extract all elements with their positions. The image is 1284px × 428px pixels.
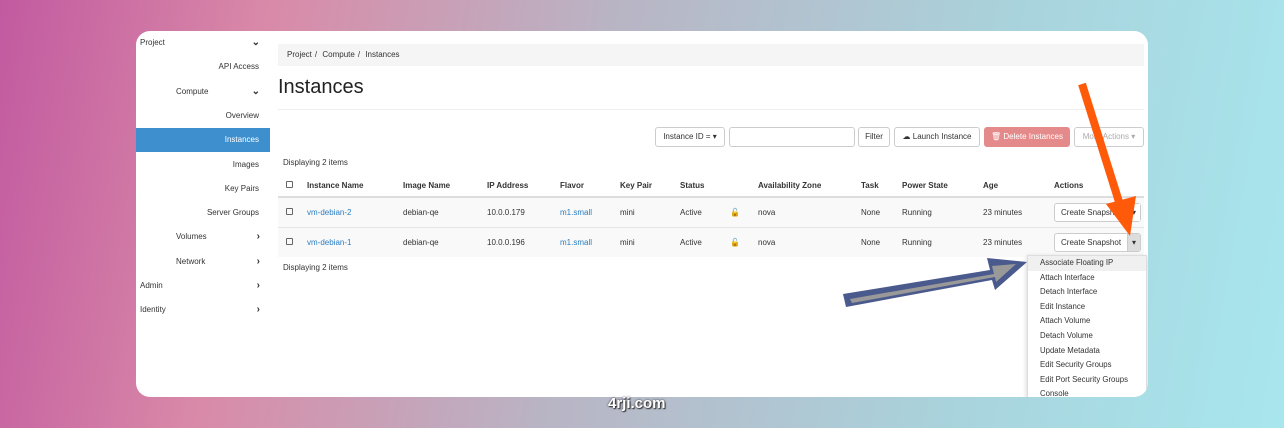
orange-arrow	[1078, 82, 1136, 236]
watermark: 4rji.com	[608, 395, 666, 412]
annotation-arrows	[843, 82, 1136, 307]
blue-arrow	[843, 258, 1027, 307]
